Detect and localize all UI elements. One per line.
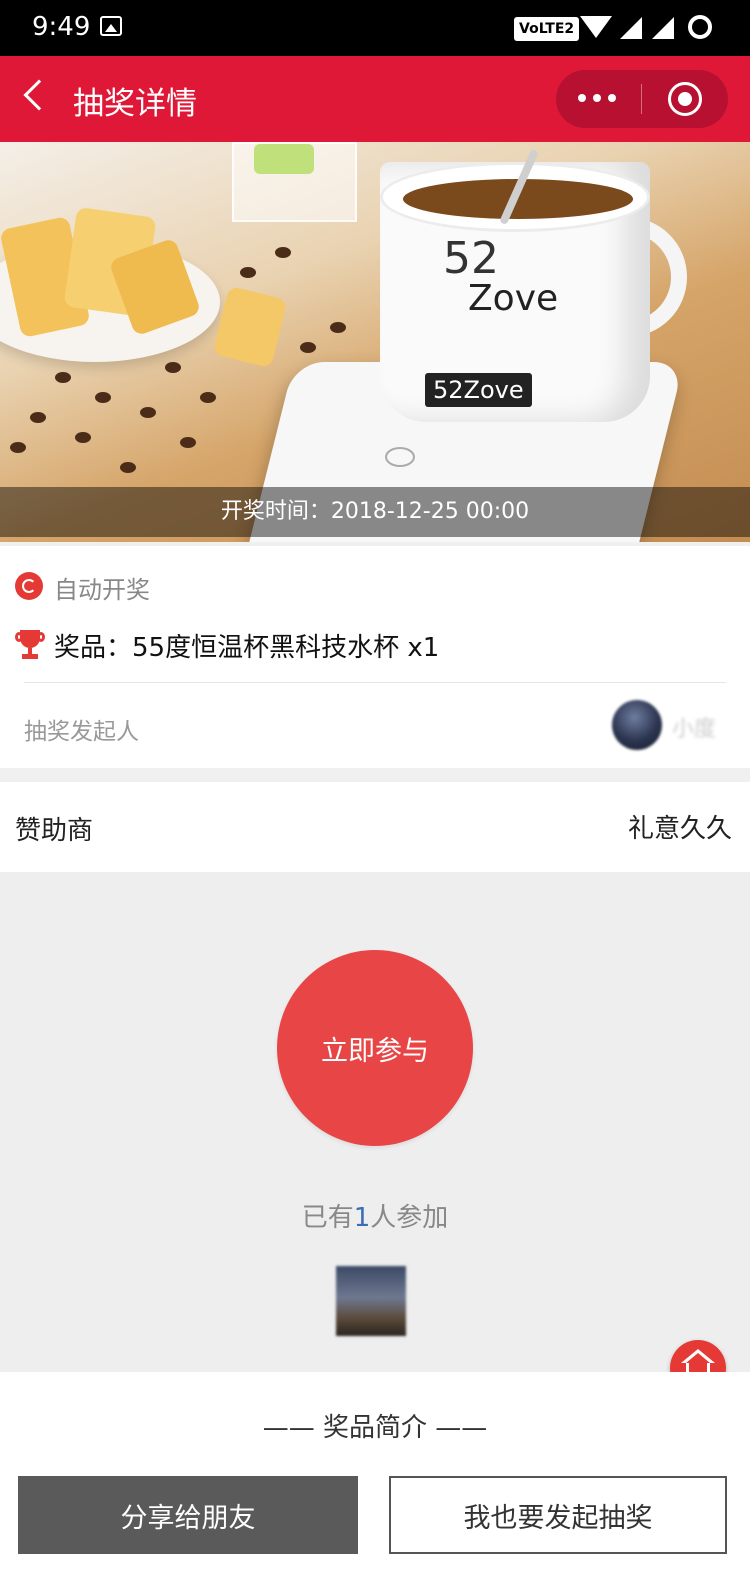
capsule-divider <box>641 84 642 114</box>
initiator-avatar[interactable] <box>612 700 662 750</box>
mini-program-capsule <box>556 70 728 128</box>
auto-draw-label: 自动开奖 <box>54 576 150 604</box>
wifi-icon <box>580 16 612 38</box>
participant-count-text: 已有1人参加 <box>0 1197 750 1234</box>
status-bar: 9:49 VoLTE2 <box>0 0 750 56</box>
status-time: 9:49 <box>32 12 91 42</box>
trophy-icon <box>15 630 45 662</box>
participant-count: 1 <box>353 1203 371 1233</box>
page-title: 抽奖详情 <box>73 86 197 122</box>
banner-glass <box>232 142 357 222</box>
auto-refresh-icon <box>15 572 43 600</box>
back-icon[interactable] <box>23 79 55 111</box>
image-icon <box>100 16 122 36</box>
nav-bar: 抽奖详情 <box>0 56 750 142</box>
sponsor-name[interactable]: 礼意久久 <box>628 808 732 845</box>
join-now-button[interactable]: 立即参与 <box>277 950 473 1146</box>
prize-intro-title: —— 奖品简介 —— <box>262 1413 488 1443</box>
count-prefix: 已有 <box>301 1203 354 1233</box>
banner-logo-vertical: Zove <box>468 281 558 317</box>
loading-icon <box>688 15 712 39</box>
draw-time-caption: 开奖时间：2018-12-25 00:00 <box>0 487 750 537</box>
start-lottery-button[interactable]: 我也要发起抽奖 <box>389 1476 727 1554</box>
participant-avatar[interactable] <box>336 1266 406 1336</box>
banner-coaster-button <box>385 447 415 467</box>
signal-icon <box>652 17 674 39</box>
more-dots-icon[interactable] <box>578 94 618 104</box>
prize-text: 奖品：55度恒温杯黑科技水杯 x1 <box>54 633 440 663</box>
sponsor-label: 赞助商 <box>15 816 94 846</box>
prize-banner-image: 52 Zove 52Zove 开奖时间：2018-12-25 00:00 <box>0 142 750 542</box>
initiator-name[interactable]: 小度 <box>672 711 716 743</box>
initiator-label: 抽奖发起人 <box>24 719 139 745</box>
target-circle-icon[interactable] <box>668 82 702 116</box>
share-to-friends-button[interactable]: 分享给朋友 <box>18 1476 358 1554</box>
banner-logo-box: 52Zove <box>425 373 532 407</box>
banner-logo-number: 52 <box>443 233 499 284</box>
home-icon <box>681 1349 715 1363</box>
signal-icon <box>620 17 642 39</box>
divider <box>24 682 726 683</box>
count-suffix: 人参加 <box>370 1203 449 1233</box>
volte-badge: VoLTE2 <box>514 17 580 41</box>
